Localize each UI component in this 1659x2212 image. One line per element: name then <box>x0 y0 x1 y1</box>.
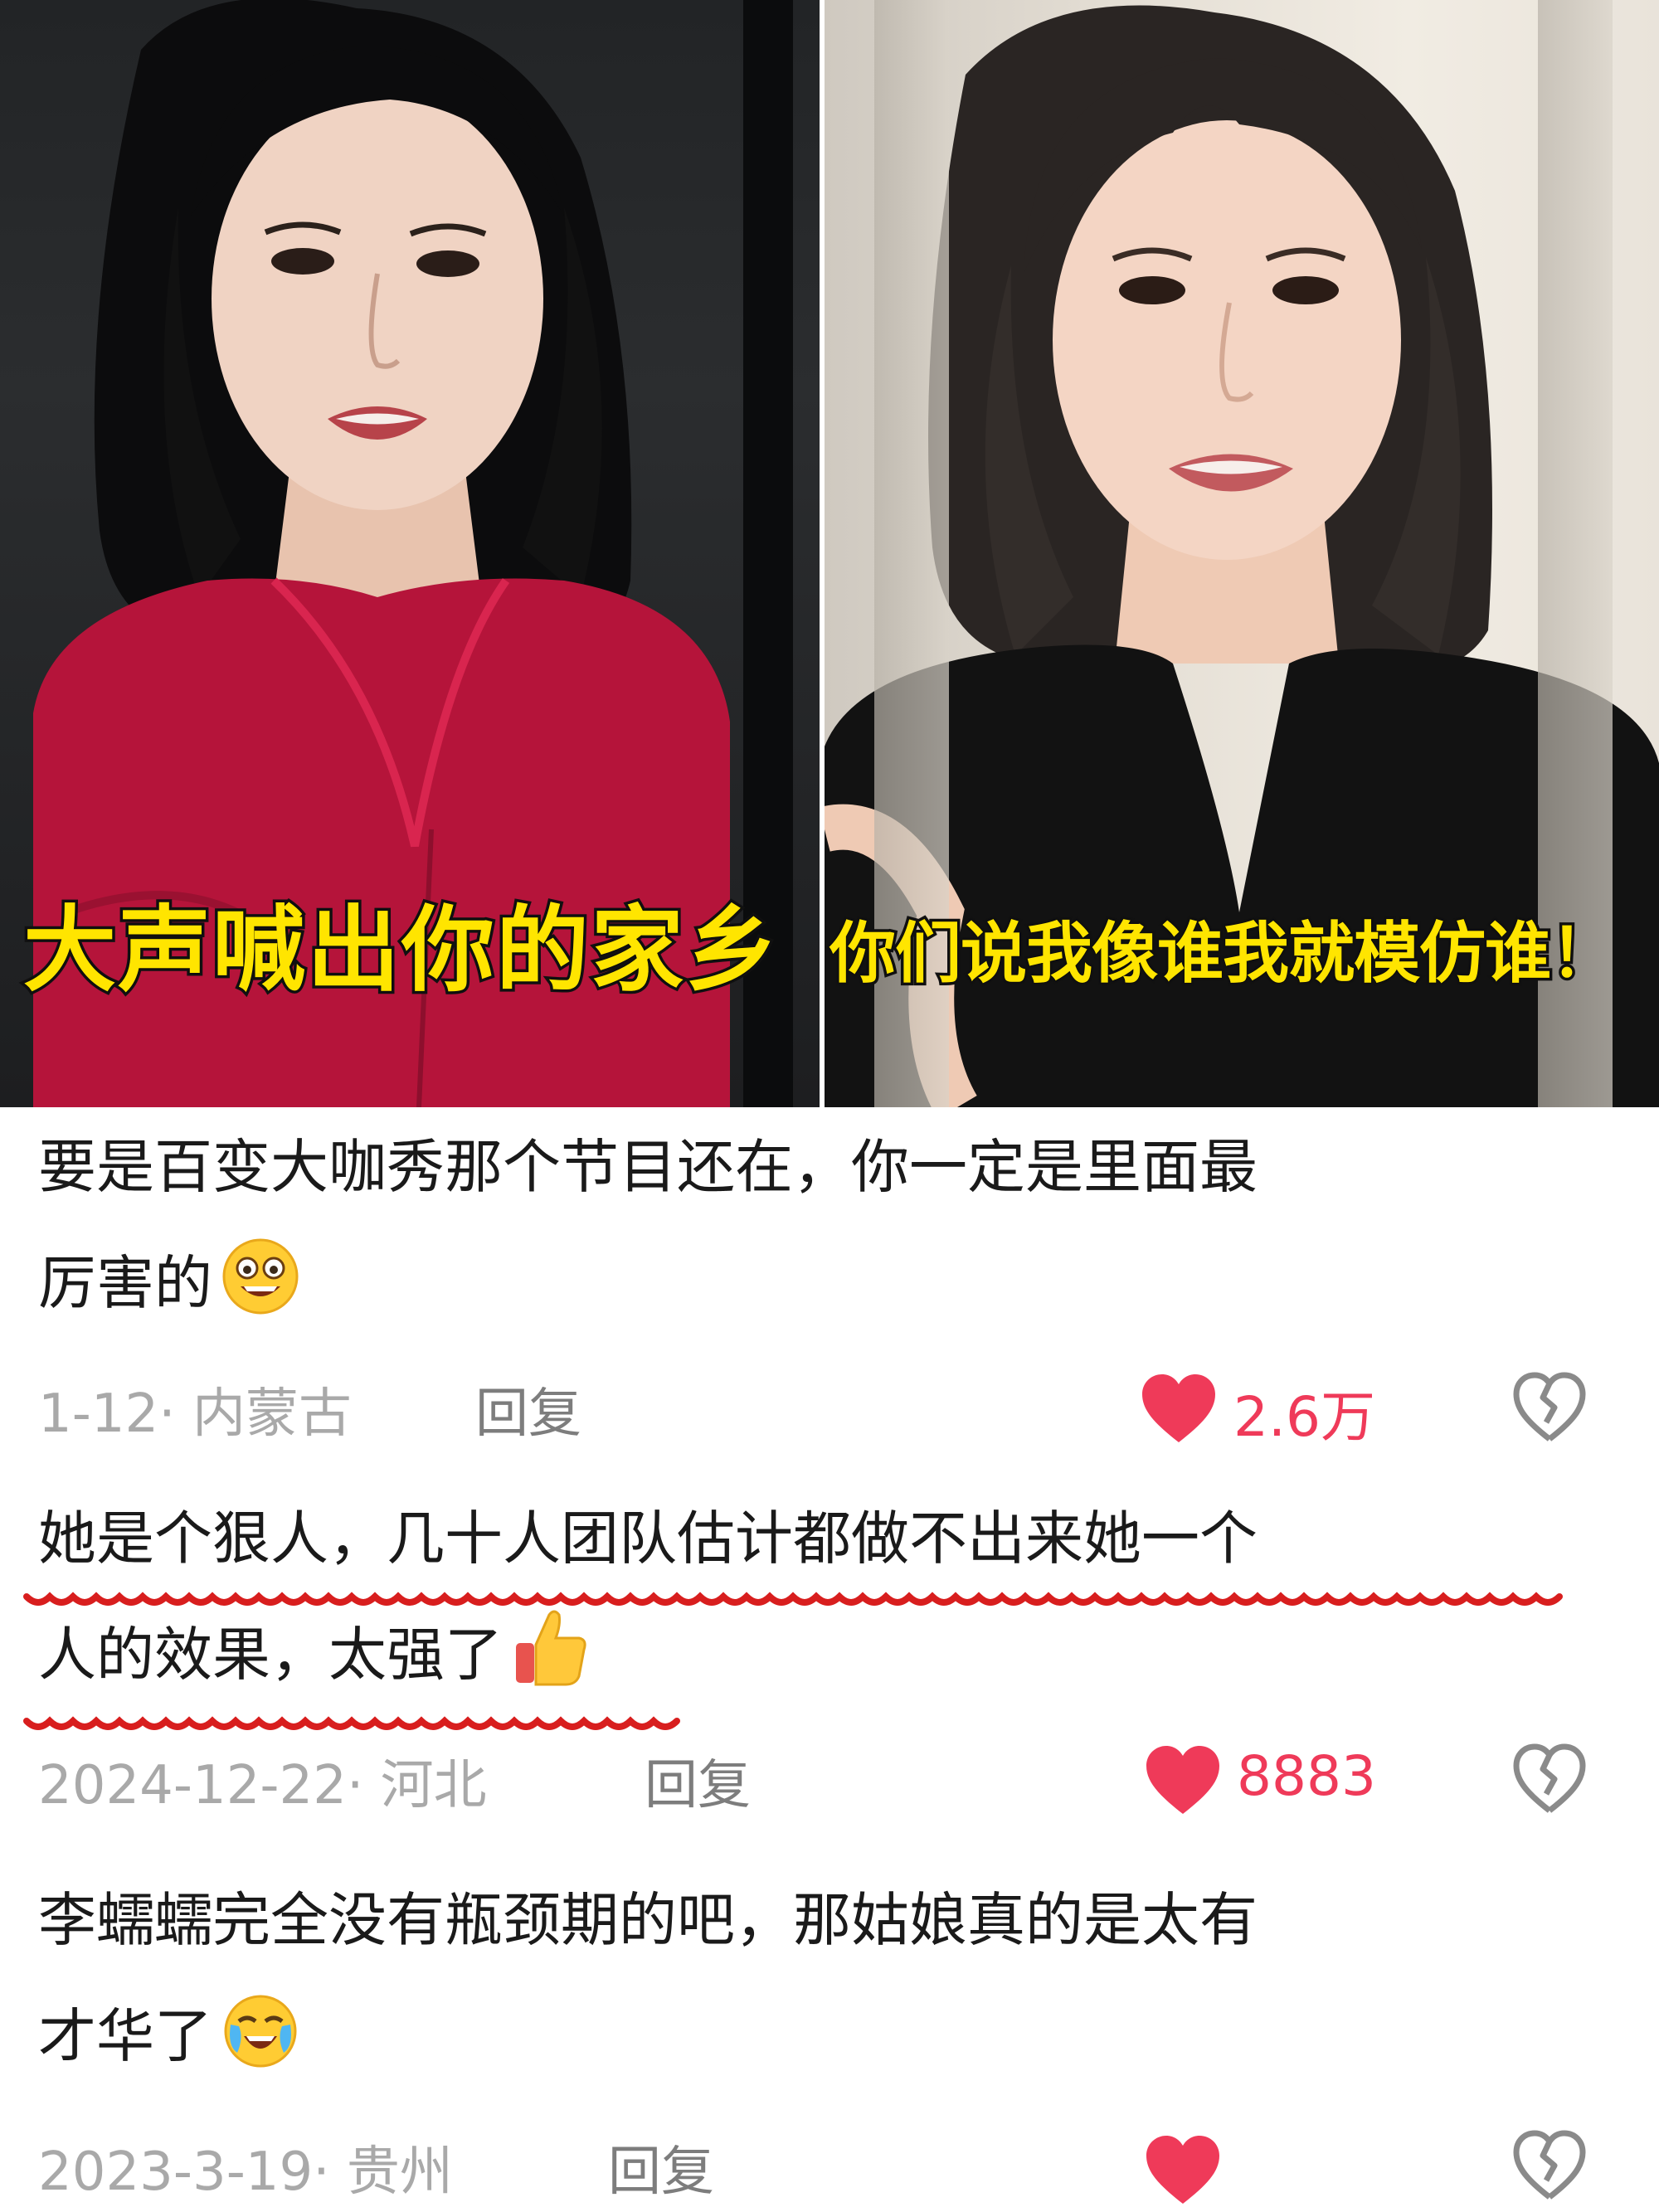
comment-item: 要是百变大咖秀那个节目还在，你一定是里面最 厉害的 1-12· 内蒙古 回复 2… <box>0 1107 1659 1480</box>
comment-text-line1: 她是个狠人，几十人团队估计都做不出来她一个 <box>38 1505 1258 1573</box>
red-wavy-underline <box>23 1716 680 1730</box>
reply-button[interactable]: 回复 <box>645 1743 751 1819</box>
reply-button[interactable]: 回复 <box>608 2129 714 2205</box>
left-caption: 大声喊出你的家乡 <box>21 897 781 1004</box>
red-wavy-underline <box>23 1592 1563 1606</box>
comment-date-region: 1-12· 内蒙古 <box>38 1383 352 1445</box>
comment-date-region: 2024-12-22· 河北 <box>38 1755 487 1816</box>
crying-laughing-emoji-icon <box>224 1995 297 2068</box>
like-heart-icon[interactable] <box>1143 1744 1223 1817</box>
comment-text-line2: 人的效果，太强了 <box>38 1621 503 1689</box>
like-count: 8883 <box>1237 1744 1376 1808</box>
video-thumbnail-comparison: 大声喊出你的家乡 你们说我像谁我就模仿谁！ <box>0 0 1659 1107</box>
broken-heart-dislike-icon[interactable] <box>1511 1743 1588 1816</box>
comment-item: 李蠕蠕完全没有瓶颈期的吧，那姑娘真的是太有 才华了 2023-3-19· 贵州 … <box>0 1854 1659 2212</box>
comment-text-line1: 要是百变大咖秀那个节目还在，你一定是里面最 <box>38 1133 1258 1201</box>
like-count: 2.6万 <box>1233 1385 1375 1449</box>
comment-text-line2: 才华了 <box>38 2002 212 2070</box>
right-caption: 你们说我像谁我就模仿谁！ <box>827 915 1620 992</box>
comment-item-highlighted: 她是个狠人，几十人团队估计都做不出来她一个 人的效果，太强了 2024-12-2… <box>0 1480 1659 1854</box>
reply-button[interactable]: 回复 <box>475 1371 581 1447</box>
comment-text: 要是百变大咖秀那个节目还在，你一定是里面最 厉害的 <box>38 1109 1581 1341</box>
thumbs-up-emoji-icon <box>516 1610 586 1686</box>
comment-text-line2: 厉害的 <box>38 1249 212 1317</box>
comment-text-line1: 李蠕蠕完全没有瓶颈期的吧，那姑娘真的是太有 <box>38 1886 1258 1954</box>
broken-heart-dislike-icon[interactable] <box>1511 2129 1588 2202</box>
like-heart-icon[interactable] <box>1143 2134 1223 2207</box>
like-heart-icon[interactable] <box>1139 1373 1219 1446</box>
broken-heart-dislike-icon[interactable] <box>1511 1371 1588 1444</box>
comment-text: 李蠕蠕完全没有瓶颈期的吧，那姑娘真的是太有 才华了 <box>38 1862 1581 2094</box>
comment-date-region: 2023-3-19· 贵州 <box>38 2142 453 2203</box>
grinning-face-emoji-icon <box>222 1238 299 1315</box>
